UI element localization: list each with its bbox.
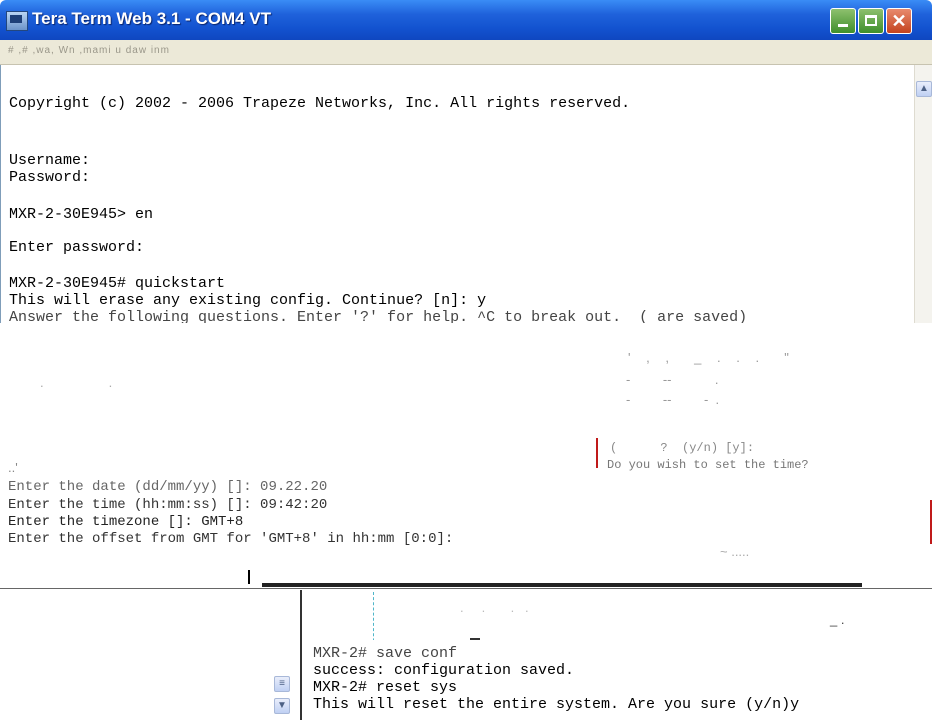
- close-button[interactable]: ✕: [886, 8, 912, 34]
- menu-bar[interactable]: # ,# ,wa, Wn ,mami u daw inm: [0, 40, 932, 65]
- terminal-lower-screen[interactable]: MXR-2# save conf success: configuration …: [303, 640, 932, 720]
- redraw-artifact: [596, 438, 598, 468]
- terminal-line: Password:: [9, 169, 91, 186]
- terminal-lower-scrollbar[interactable]: ≡ ▼: [272, 672, 292, 720]
- scroll-up-button[interactable]: ▲: [916, 81, 932, 97]
- terminal-line: success: configuration saved.: [313, 662, 575, 679]
- scroll-down-button[interactable]: ▼: [274, 698, 290, 714]
- redraw-artifact: . .: [40, 375, 113, 390]
- redraw-artifact: [248, 570, 250, 584]
- terminal-line: This will reset the entire system. Are y…: [313, 696, 800, 713]
- terminal-line: MXR-2# save conf: [313, 645, 458, 662]
- terminal-line: MXR-2-30E945# quickstart: [9, 275, 226, 292]
- redraw-artifact: [300, 590, 302, 720]
- scroll-thumb[interactable]: ≡: [274, 676, 290, 692]
- title-bar[interactable]: Tera Term Web 3.1 - COM4 VT ✕: [0, 0, 932, 40]
- terminal-line: This will erase any existing config. Con…: [9, 292, 487, 309]
- redraw-artifact: _ .: [830, 612, 845, 627]
- redraw-artifact: . . . .: [460, 600, 529, 615]
- maximize-icon: [865, 15, 877, 26]
- redraw-artifact: [0, 588, 932, 589]
- terminal-line: Answer the following questions. Enter '?…: [9, 309, 748, 323]
- terminal-line: Enter password:: [9, 239, 145, 256]
- terminal-app-icon[interactable]: [6, 11, 28, 31]
- date-prompt-line: Enter the date (dd/mm/yy) []: 09.22.20: [8, 479, 328, 495]
- minimize-icon: [838, 24, 848, 27]
- chevron-up-icon: ▲: [919, 83, 929, 94]
- close-icon: ✕: [891, 11, 907, 31]
- terminal-line: MXR-2# reset sys: [313, 679, 458, 696]
- timezone-prompt-line: Enter the timezone []: GMT+8: [8, 514, 244, 530]
- window-title: Tera Term Web 3.1 - COM4 VT: [32, 9, 272, 28]
- terminal-screen[interactable]: Copyright (c) 2002 - 2006 Trapeze Networ…: [0, 65, 915, 323]
- timeset-question-fragment: Do you wish to set the time?: [607, 458, 809, 472]
- chevron-down-icon: ▼: [277, 700, 287, 711]
- redraw-artifact: [262, 583, 862, 587]
- time-prompt-line: Enter the time (hh:mm:ss) []: 09:42:20: [8, 497, 328, 513]
- terminal-line: Username:: [9, 152, 91, 169]
- terminal-scrollbar[interactable]: ▲: [914, 65, 932, 323]
- redraw-artifact: ' , , _ . . . ": [628, 350, 795, 365]
- timeset-prompt-fragment: ( ? (y/n) [y]:: [610, 441, 755, 455]
- redraw-artifact: - -- - .: [626, 392, 720, 407]
- menu-items-garbled[interactable]: # ,# ,wa, Wn ,mami u daw inm: [8, 45, 170, 56]
- redraw-artifact: ..': [8, 460, 18, 475]
- maximize-button[interactable]: [858, 8, 884, 34]
- redraw-artifact: - -- .: [626, 372, 719, 387]
- terminal-line: Copyright (c) 2002 - 2006 Trapeze Networ…: [9, 95, 631, 112]
- redraw-artifact: ~ .....: [720, 544, 750, 559]
- terminal-line: MXR-2-30E945> en: [9, 206, 154, 223]
- minimize-button[interactable]: [830, 8, 856, 34]
- grip-icon: ≡: [279, 678, 285, 689]
- offset-prompt-line: Enter the offset from GMT for 'GMT+8' in…: [8, 531, 454, 547]
